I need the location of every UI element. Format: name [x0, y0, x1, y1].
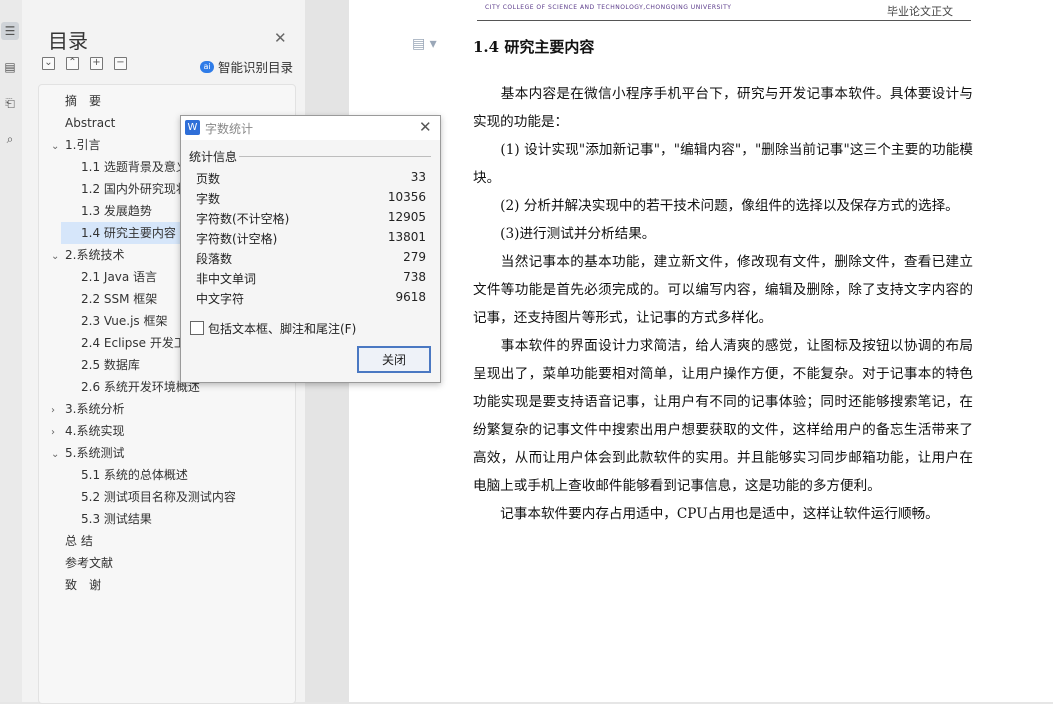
stat-label: 中文字符 [196, 292, 245, 306]
stat-value: 10356 [387, 190, 426, 204]
stat-label: 段落数 [196, 252, 233, 266]
toc-item-label: 2.3 Vue.js 框架 [81, 314, 168, 328]
toc-item-label: 1.引言 [65, 138, 101, 152]
toc-item-label: 1.3 发展趋势 [81, 204, 152, 218]
ai-icon: ai [200, 60, 214, 73]
stat-label: 字符数(不计空格) [196, 212, 290, 226]
stat-row: 中文字符 9618 [196, 288, 426, 308]
toc-item[interactable]: › 3.系统分析 [39, 398, 295, 422]
toc-item[interactable]: 5.3 测试结果 [39, 508, 295, 530]
remove-button[interactable]: − [114, 57, 127, 70]
toc-item-label: 2.系统技术 [65, 248, 125, 262]
toc-item-label: 1.1 选题背景及意义 [81, 160, 188, 174]
toc-item-label: 5.2 测试项目名称及测试内容 [81, 490, 236, 504]
toc-item[interactable]: ⌄ 5.系统测试 [39, 442, 295, 466]
dialog-close-icon[interactable]: ✕ [419, 118, 432, 136]
toc-item-label: 致 谢 [65, 578, 102, 592]
stat-row: 字符数(计空格) 13801 [196, 228, 426, 248]
stat-row: 字数 10356 [196, 188, 426, 208]
add-button[interactable]: + [90, 57, 103, 70]
chevron-down-icon[interactable]: ⌄ [51, 246, 61, 268]
toc-item[interactable]: 致 谢 [39, 574, 295, 596]
toc-item-label: Abstract [65, 116, 116, 130]
close-button[interactable]: 关闭 [357, 346, 431, 373]
section-divider [239, 156, 431, 157]
stat-value: 9618 [395, 290, 426, 304]
stat-row: 页数 33 [196, 168, 426, 188]
smart-toc-button[interactable]: ai 智能识别目录 [200, 57, 293, 76]
toc-toolbar: ⌄ ⌃ + − [42, 57, 127, 70]
toc-item-label: 5.1 系统的总体概述 [81, 468, 188, 482]
stat-value: 33 [410, 170, 426, 184]
stat-value: 12905 [387, 210, 426, 224]
toc-item-label: 总 结 [65, 534, 93, 548]
toc-item[interactable]: 5.1 系统的总体概述 [39, 464, 295, 486]
toc-item-label: 摘 要 [65, 94, 102, 108]
document-icon[interactable]: ▤ ▾ [412, 36, 437, 52]
list-icon[interactable]: ▤ [1, 58, 19, 76]
body-paragraph: (3)进行测试并分析结果。 [473, 226, 656, 242]
toc-item[interactable]: 总 结 [39, 530, 295, 552]
toc-item[interactable]: 参考文献 [39, 552, 295, 574]
toc-item-label: 3.系统分析 [65, 402, 125, 416]
body-paragraph: 当然记事本的基本功能，建立新文件，修改现有文件，删除文件，查看已建立文件等功能是… [473, 254, 973, 326]
toc-item[interactable]: 5.2 测试项目名称及测试内容 [39, 486, 295, 508]
side-icon-strip: ☰ ▤ ⎗ ⌕ [0, 0, 23, 702]
toc-item-label: 2.2 SSM 框架 [81, 292, 158, 306]
bookmark-icon[interactable]: ⎗ [1, 94, 19, 112]
toc-item-label: 2.5 数据库 [81, 358, 140, 372]
section-heading: 1.4 研究主要内容 [473, 38, 595, 56]
toc-item[interactable]: 摘 要 [39, 90, 295, 112]
word-count-dialog: W 字数统计 ✕ 统计信息 页数 33 字数 10356 字符数(不计空格) 12905 字… [180, 115, 441, 383]
toc-item-label: 参考文献 [65, 556, 114, 570]
search-icon[interactable]: ⌕ [1, 130, 19, 148]
chevron-down-icon[interactable]: ⌄ [51, 444, 61, 466]
body-paragraph: 记事本软件要内存占用适中，CPU占用也是适中，这样让软件运行顺畅。 [473, 506, 939, 522]
include-textbox-checkbox[interactable] [190, 321, 204, 335]
wps-logo-icon: W [185, 120, 200, 135]
body-paragraph: (1) 设计实现"添加新记事"，"编辑内容"，"删除当前记事"这三个主要的功能模… [473, 142, 973, 186]
stat-row: 段落数 279 [196, 248, 426, 268]
stat-row: 字符数(不计空格) 12905 [196, 208, 426, 228]
toc-item-label: 4.系统实现 [65, 424, 125, 438]
chevron-down-icon[interactable]: ⌄ [51, 136, 61, 158]
body-paragraph: 基本内容是在微信小程序手机平台下，研究与开发记事本软件。具体要设计与实现的功能是… [473, 86, 973, 130]
stat-label: 页数 [196, 172, 221, 186]
stat-row: 非中文单词 738 [196, 268, 426, 288]
toc-item-label: 1.4 研究主要内容 [81, 226, 176, 240]
stat-label: 字数 [196, 192, 221, 206]
body-paragraph: (2) 分析并解决实现中的若干技术问题，像组件的选择以及保存方式的选择。 [473, 198, 959, 214]
toc-item-label: 5.系统测试 [65, 446, 125, 460]
page-header: CITY COLLEGE OF SCIENCE AND TECHNOLOGY,C… [477, 0, 971, 21]
document-body: 基本内容是在微信小程序手机平台下，研究与开发记事本软件。具体要设计与实现的功能是… [473, 80, 973, 528]
stat-label: 非中文单词 [196, 272, 257, 286]
document-page: CITY COLLEGE OF SCIENCE AND TECHNOLOGY,C… [349, 0, 1053, 702]
stats-section-label: 统计信息 [189, 150, 238, 164]
dialog-title: 字数统计 [205, 122, 254, 136]
header-school: CITY COLLEGE OF SCIENCE AND TECHNOLOGY,C… [485, 4, 732, 11]
close-icon[interactable]: ✕ [274, 29, 287, 47]
toc-item-label: 1.2 国内外研究现状 [81, 182, 188, 196]
smart-toc-label: 智能识别目录 [218, 60, 294, 75]
toc-title: 目录 [48, 29, 88, 53]
chevron-right-icon[interactable]: › [51, 422, 61, 444]
toc-item[interactable]: › 4.系统实现 [39, 420, 295, 444]
include-textbox-label[interactable]: 包括文本框、脚注和尾注(F) [208, 320, 356, 337]
stat-label: 字符数(计空格) [196, 232, 278, 246]
chevron-right-icon[interactable]: › [51, 400, 61, 422]
stat-value: 13801 [387, 230, 426, 244]
collapse-button[interactable]: ⌄ [42, 57, 55, 70]
toc-icon[interactable]: ☰ [1, 22, 19, 40]
toc-item-label: 2.1 Java 语言 [81, 270, 158, 284]
dialog-titlebar[interactable]: W 字数统计 ✕ [181, 116, 440, 140]
body-paragraph: 事本软件的界面设计力求简洁，给人清爽的感觉，让图标及按钮以协调的布局呈现出了，菜… [473, 338, 973, 494]
stat-value: 738 [403, 270, 426, 284]
toc-item-label: 5.3 测试结果 [81, 512, 152, 526]
expand-button[interactable]: ⌃ [66, 57, 79, 70]
stat-value: 279 [403, 250, 426, 264]
header-right: 毕业论文正文 [887, 5, 953, 18]
